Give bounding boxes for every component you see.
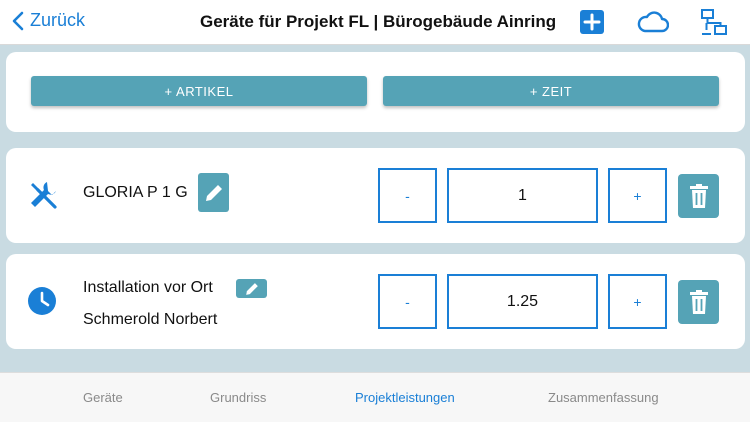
plus-square-icon: [580, 10, 604, 34]
quantity-field[interactable]: 1: [447, 168, 598, 223]
item-assignee: Schmerold Norbert: [83, 311, 218, 328]
navigation-bar: Zurück Geräte für Projekt FL | Bürogebäu…: [0, 0, 750, 45]
chevron-left-icon: [12, 11, 24, 30]
network-button[interactable]: [700, 8, 728, 41]
list-item: GLORIA P 1 G - 1 +: [6, 148, 745, 243]
trash-icon: [689, 290, 708, 314]
actions-card: + ARTIKEL + ZEIT: [6, 52, 745, 132]
page-title: Geräte für Projekt FL | Bürogebäude Ainr…: [200, 12, 557, 31]
add-time-button[interactable]: + ZEIT: [383, 76, 719, 106]
edit-item-button[interactable]: [198, 173, 229, 212]
network-icon: [701, 9, 727, 35]
edit-item-button[interactable]: [236, 279, 267, 298]
list-item: Installation vor Ort Schmerold Norbert -…: [6, 254, 745, 349]
cloud-icon: [637, 11, 670, 33]
back-button[interactable]: Zurück: [12, 10, 85, 31]
delete-button[interactable]: [678, 280, 719, 324]
clock-icon: [27, 286, 57, 321]
tab-grundriss[interactable]: Grundriss: [210, 390, 266, 405]
tab-bar: Geräte Grundriss Projektleistungen Zusam…: [0, 372, 750, 422]
decrement-button[interactable]: -: [378, 274, 437, 329]
item-name: GLORIA P 1 G: [83, 184, 188, 201]
increment-button[interactable]: +: [608, 274, 667, 329]
pencil-icon: [205, 184, 222, 201]
tab-projektleistungen[interactable]: Projektleistungen: [355, 390, 455, 405]
trash-icon: [689, 184, 708, 208]
decrement-button[interactable]: -: [378, 168, 437, 223]
back-label: Zurück: [30, 10, 86, 30]
add-button[interactable]: [580, 10, 604, 39]
increment-button[interactable]: +: [608, 168, 667, 223]
pencil-icon: [245, 282, 258, 295]
item-name: Installation vor Ort: [83, 279, 213, 296]
cloud-sync-button[interactable]: [637, 11, 670, 38]
add-article-button[interactable]: + ARTIKEL: [31, 76, 367, 106]
tab-geraete[interactable]: Geräte: [83, 390, 123, 405]
tools-icon: [27, 179, 59, 216]
delete-button[interactable]: [678, 174, 719, 218]
quantity-field[interactable]: 1.25: [447, 274, 598, 329]
tab-zusammenfassung[interactable]: Zusammenfassung: [548, 390, 659, 405]
